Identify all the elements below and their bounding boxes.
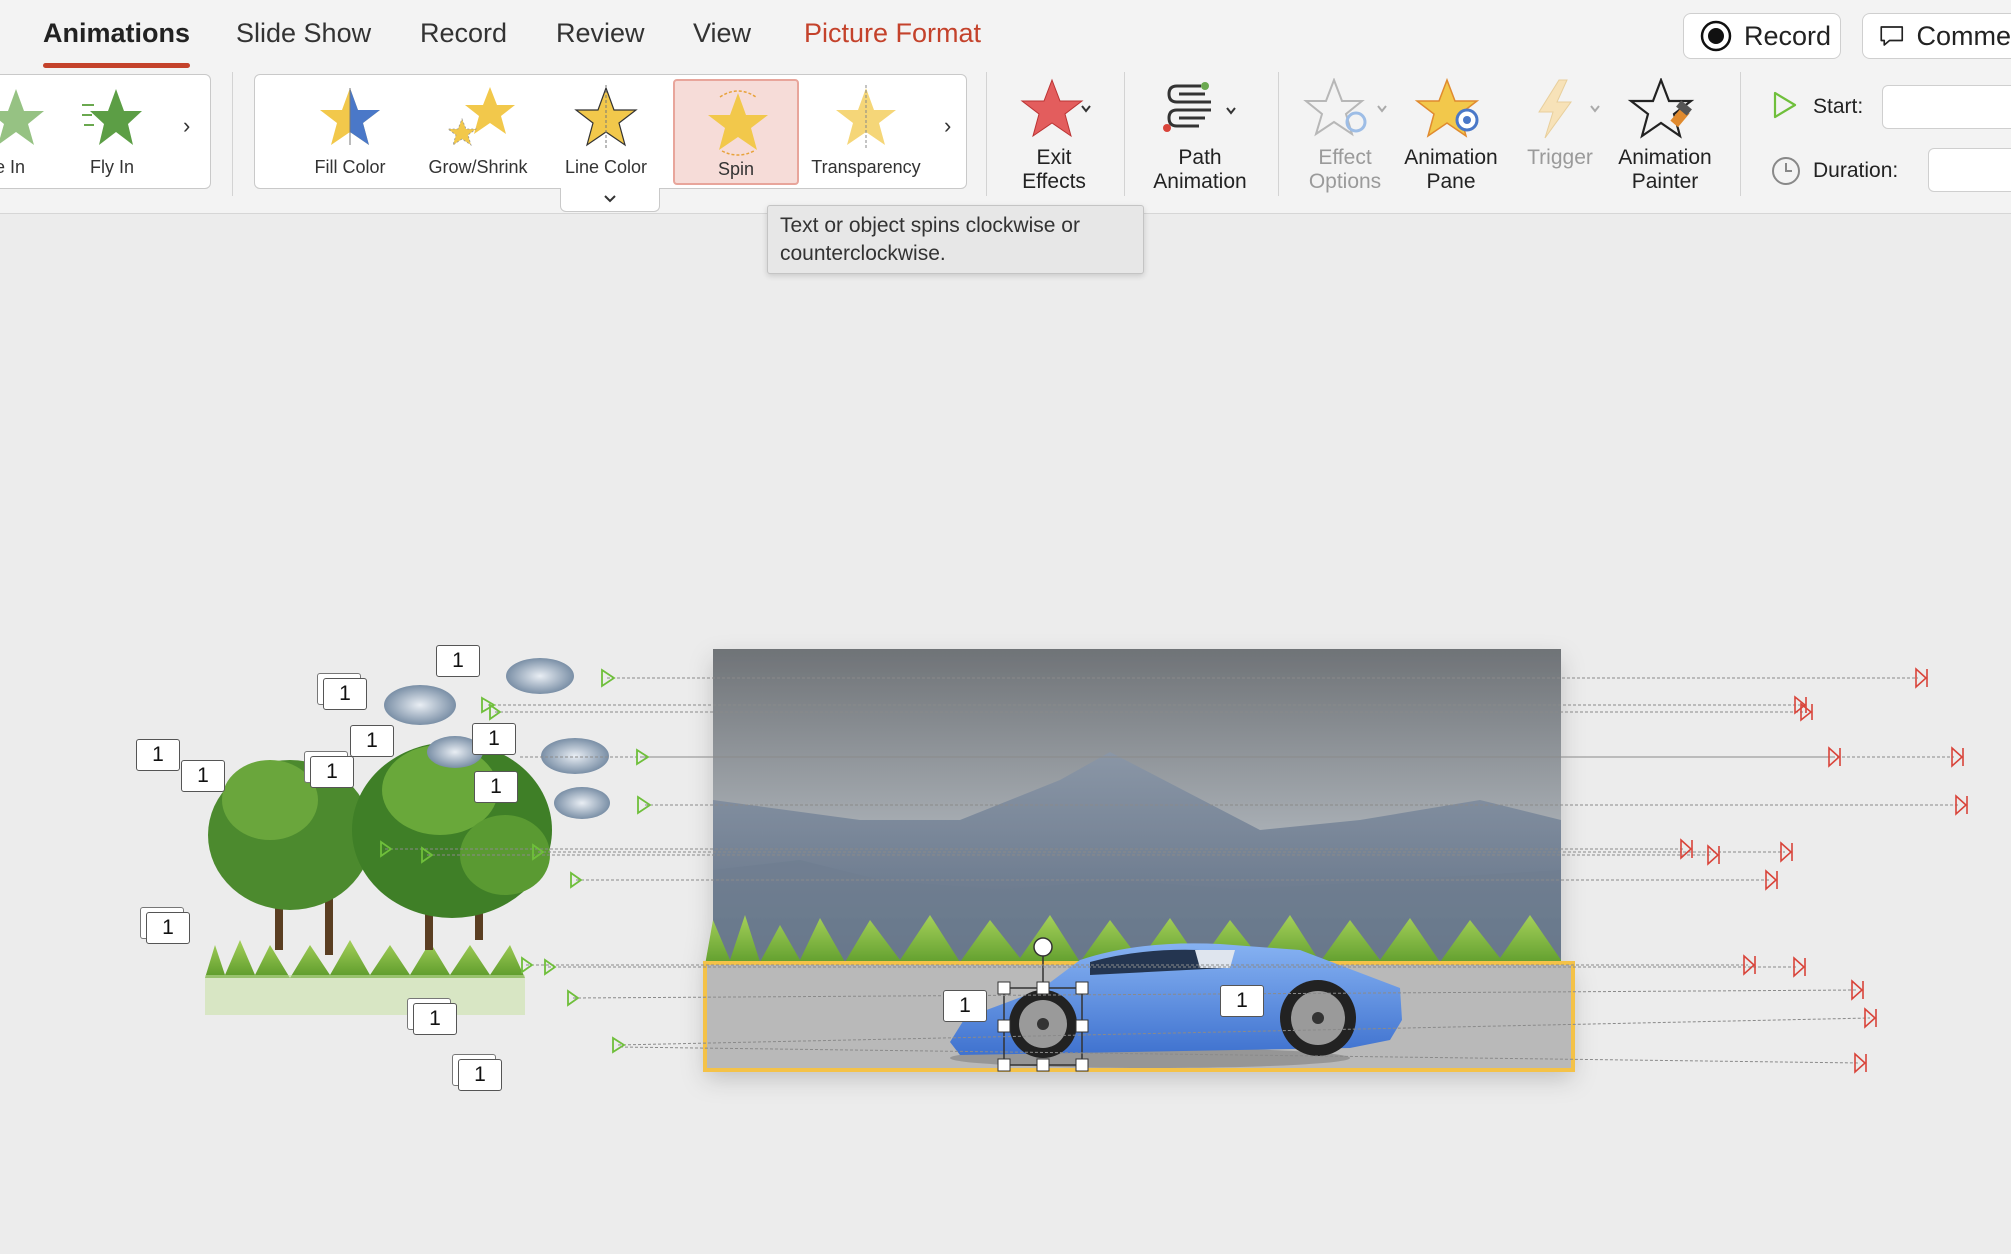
duration-field[interactable] [1928, 148, 2011, 192]
animation-order-tag[interactable]: 1 [1220, 985, 1264, 1017]
animation-painter-label-line1: Animation [1618, 146, 1712, 169]
animation-pane-icon [1414, 78, 1480, 138]
animation-order-tag[interactable]: 1 [436, 645, 480, 677]
fade-in-star-icon [0, 89, 44, 145]
animation-order-tag[interactable]: 1 [310, 756, 354, 788]
record-button-label: Record [1744, 20, 1832, 51]
animation-painter-button[interactable]: Animation Painter [1612, 78, 1718, 194]
effect-options-icon [1303, 78, 1387, 137]
emphasis-effects-gallery: Fill Color Grow/Shrink Line Color Spin T… [254, 74, 967, 189]
transparency-star-icon [836, 85, 896, 149]
tab-animations[interactable]: Animations [43, 18, 191, 68]
tab-view[interactable]: View [693, 18, 751, 49]
gallery-item-grow-shrink[interactable]: Grow/Shrink [415, 79, 541, 185]
tab-review[interactable]: Review [556, 18, 645, 49]
ribbon: Animations Slide Show Record Review View… [0, 0, 2011, 214]
slide-editing-area: 1 1 1 1 1 1 1 1 1 1 1 1 1 [0, 215, 2011, 1254]
animation-pane-label-line1: Animation [1404, 146, 1498, 169]
exit-effects-button[interactable]: Exit Effects [1004, 78, 1104, 194]
gallery-expand-button[interactable] [560, 188, 660, 212]
tab-record[interactable]: Record [420, 18, 507, 49]
exit-effects-label-line1: Exit [1036, 146, 1072, 169]
duration-label: Duration: [1813, 159, 1899, 182]
path-animation-icon [1163, 82, 1236, 132]
chevron-down-icon [604, 195, 616, 203]
effect-options-label-line2: Options [1308, 170, 1382, 193]
tab-slide-show[interactable]: Slide Show [236, 18, 371, 49]
fill-color-star-icon [320, 88, 380, 145]
slide-canvas [205, 649, 1968, 1074]
line-color-star-icon [574, 85, 638, 149]
animation-painter-icon [1627, 78, 1695, 139]
record-button[interactable]: Record [1683, 13, 1841, 59]
animation-order-tag[interactable]: 1 [146, 912, 190, 944]
speech-bubble-icon [1880, 26, 1904, 46]
gallery-item-label: Fill Color [314, 157, 386, 177]
gallery-scroll-right-icon[interactable]: › [183, 113, 190, 139]
path-animation-button[interactable]: Path Animation [1140, 78, 1260, 194]
spin-star-icon [708, 90, 768, 156]
animation-painter-label-line2: Painter [1631, 170, 1699, 193]
separator [1278, 72, 1279, 196]
path-end-markers [1680, 667, 1968, 1074]
animation-order-tag[interactable]: 1 [458, 1059, 502, 1091]
separator [986, 72, 987, 196]
play-triangle-icon [1773, 91, 1797, 119]
lightning-icon [1538, 79, 1600, 139]
animation-order-tag[interactable]: 1 [136, 739, 180, 771]
clock-icon [1772, 157, 1800, 185]
gallery-item-spin[interactable]: Spin [673, 79, 799, 185]
animation-order-tag[interactable]: 1 [181, 760, 225, 792]
grow-shrink-star-icon [446, 87, 515, 146]
tab-picture-format[interactable]: Picture Format [804, 18, 981, 49]
comments-button[interactable]: Comme [1862, 13, 2011, 59]
animation-order-tag[interactable]: 1 [474, 771, 518, 803]
path-animation-label-line1: Path [1178, 146, 1222, 169]
animation-order-tag[interactable]: 1 [413, 1003, 457, 1035]
gallery-scroll-right-icon[interactable]: › [944, 113, 951, 139]
path-animation-label-line2: Animation [1153, 170, 1247, 193]
gallery-item-fill-color[interactable]: Fill Color [287, 79, 413, 185]
gallery-item-label: Line Color [564, 157, 648, 177]
gallery-item-label: Spin [717, 159, 755, 179]
start-dropdown[interactable] [1882, 85, 2011, 129]
separator [232, 72, 233, 196]
gallery-item-fly-in[interactable]: Fly In [49, 79, 175, 185]
fly-in-star-icon [82, 89, 142, 145]
animation-pane-button[interactable]: Animation Pane [1398, 78, 1504, 194]
exit-effects-label-line2: Effects [1022, 170, 1086, 193]
effect-options-button[interactable]: Effect Options [1290, 78, 1400, 194]
trigger-label: Trigger [1527, 146, 1593, 169]
animation-order-tag[interactable]: 1 [350, 725, 394, 757]
animation-order-tag[interactable]: 1 [472, 723, 516, 755]
comments-button-label: Comme [1916, 20, 2011, 51]
animation-order-tag[interactable]: 1 [943, 990, 987, 1022]
separator [1124, 72, 1125, 196]
gallery-item-label: Fly In [89, 157, 134, 177]
effect-options-label-line1: Effect [1318, 146, 1372, 169]
animation-pane-label-line2: Pane [1426, 170, 1476, 193]
trigger-button[interactable]: Trigger [1510, 78, 1610, 170]
animation-order-tag[interactable]: 1 [323, 678, 367, 710]
gallery-item-label: Transparency [811, 157, 921, 177]
gallery-item-transparency[interactable]: Transparency [803, 79, 929, 185]
separator [1740, 72, 1741, 196]
record-dot-icon [1700, 20, 1732, 52]
entrance-effects-gallery: e In Fly In › [0, 74, 211, 189]
start-label: Start: [1813, 95, 1864, 118]
gallery-item-line-color[interactable]: Line Color [543, 79, 669, 185]
gallery-item-label: Grow/Shrink [428, 157, 528, 177]
exit-star-icon [1020, 78, 1091, 138]
